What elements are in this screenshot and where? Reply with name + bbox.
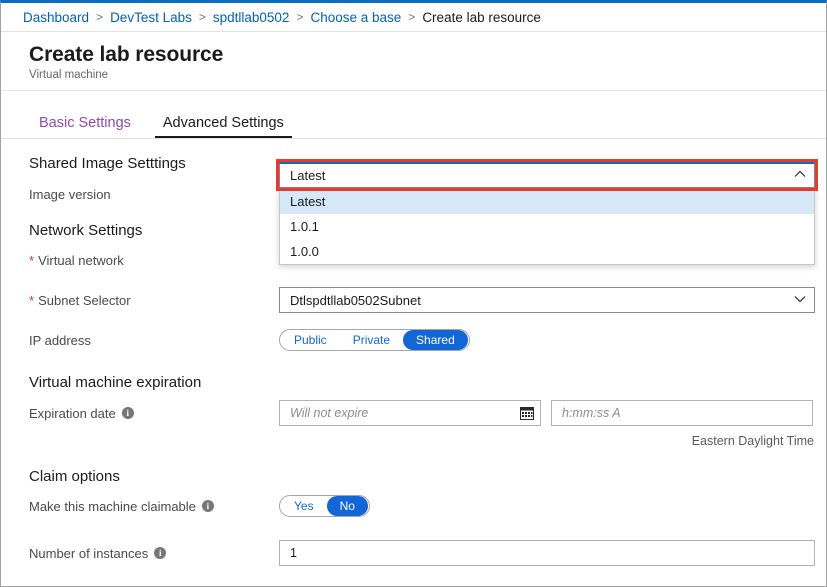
advanced-settings-form: Shared Image Setttings Image version Net… [1, 155, 826, 586]
label-image-version: Image version [29, 186, 111, 202]
image-version-dropdown[interactable]: Latest [279, 162, 815, 188]
expiration-date-input[interactable]: Will not expire [279, 400, 541, 426]
breadcrumb-item-choose-a-base[interactable]: Choose a base [310, 10, 401, 25]
number-of-instances-value: 1 [290, 546, 297, 560]
breadcrumb-item-current: Create lab resource [422, 9, 541, 25]
image-version-option-1-0-1[interactable]: 1.0.1 [280, 214, 814, 239]
section-heading-expiration: Virtual machine expiration [29, 374, 202, 391]
info-icon[interactable]: i [121, 407, 134, 419]
claimable-option-no[interactable]: No [326, 496, 368, 516]
row-claimable: Make this machine claimable i Yes No [1, 493, 826, 519]
image-version-option-list[interactable]: Latest 1.0.1 1.0.0 [279, 188, 815, 265]
page-subtitle: Virtual machine [29, 69, 109, 81]
image-version-option-1-0-0[interactable]: 1.0.0 [280, 239, 814, 264]
breadcrumb-item-devtest-labs[interactable]: DevTest Labs [110, 10, 192, 25]
expiration-date-placeholder: Will not expire [290, 406, 369, 420]
chevron-down-icon [794, 295, 806, 306]
ip-option-public[interactable]: Public [281, 330, 340, 350]
label-virtual-network: * Virtual network [29, 253, 279, 268]
number-of-instances-input[interactable]: 1 [279, 540, 815, 566]
page-title: Create lab resource [29, 43, 224, 66]
breadcrumb-separator-icon: > [198, 10, 206, 24]
timezone-note: Eastern Daylight Time [691, 434, 814, 448]
label-subnet-selector: * Subnet Selector [29, 293, 279, 308]
row-subnet-selector: * Subnet Selector Dtlspdtllab0502Subnet [1, 286, 826, 314]
image-version-value: Latest [290, 168, 326, 183]
tab-advanced-settings[interactable]: Advanced Settings [154, 115, 292, 138]
ip-option-shared[interactable]: Shared [403, 330, 468, 350]
page-header: Create lab resource Virtual machine [1, 32, 826, 91]
expiration-time-input[interactable]: h:mm:ss A [551, 400, 813, 426]
label-number-of-instances-text: Number of instances [29, 545, 149, 561]
label-virtual-network-text: Virtual network [38, 252, 124, 268]
calendar-icon[interactable] [520, 406, 534, 420]
label-subnet-selector-text: Subnet Selector [38, 292, 131, 308]
row-number-of-instances: Number of instances i 1 [1, 539, 826, 567]
section-heading-claim-options: Claim options [29, 468, 120, 485]
tab-basic-settings[interactable]: Basic Settings [31, 115, 139, 138]
breadcrumb-separator-icon: > [96, 10, 104, 24]
breadcrumb-item-lab[interactable]: spdtllab0502 [213, 10, 290, 25]
azure-portal-window: Dashboard > DevTest Labs > spdtllab0502 … [0, 0, 827, 587]
expiration-time-placeholder: h:mm:ss A [562, 406, 621, 420]
info-icon[interactable]: i [201, 500, 214, 512]
label-number-of-instances: Number of instances i [29, 546, 279, 561]
image-version-field: Latest Latest 1.0.1 1.0.0 [279, 162, 815, 265]
ip-address-toggle[interactable]: Public Private Shared [279, 329, 470, 351]
breadcrumb-item-dashboard[interactable]: Dashboard [23, 10, 89, 25]
breadcrumb-separator-icon: > [408, 10, 416, 24]
info-icon[interactable]: i [154, 547, 167, 559]
ip-option-private[interactable]: Private [340, 330, 403, 350]
label-make-claimable: Make this machine claimable i [29, 499, 279, 514]
subnet-selector-dropdown[interactable]: Dtlspdtllab0502Subnet [279, 287, 815, 313]
label-ip-address: IP address [29, 332, 91, 348]
label-expiration-date: Expiration date i [29, 406, 279, 421]
label-make-claimable-text: Make this machine claimable [29, 498, 196, 514]
required-indicator: * [29, 292, 35, 308]
label-expiration-date-text: Expiration date [29, 405, 116, 421]
tab-bar: Basic Settings Advanced Settings [1, 101, 826, 139]
chevron-up-icon [794, 170, 806, 181]
row-expiration-date: Expiration date i Will not expire h:mm:s… [1, 399, 826, 427]
subnet-selector-value: Dtlspdtllab0502Subnet [290, 292, 421, 308]
claimable-option-yes[interactable]: Yes [281, 496, 327, 516]
row-ip-address: IP address Public Private Shared [1, 328, 826, 352]
breadcrumb: Dashboard > DevTest Labs > spdtllab0502 … [1, 3, 826, 32]
breadcrumb-separator-icon: > [296, 10, 304, 24]
required-indicator: * [29, 252, 35, 268]
claimable-toggle[interactable]: Yes No [279, 495, 370, 517]
image-version-option-latest[interactable]: Latest [280, 189, 814, 214]
